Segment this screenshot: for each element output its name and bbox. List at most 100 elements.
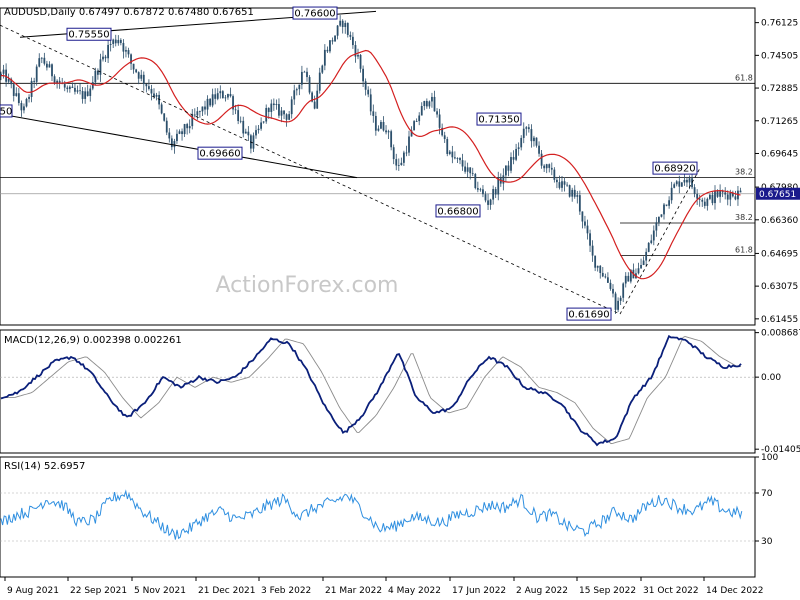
candle-body [199,111,201,113]
candle-body [596,265,599,268]
candle-body [642,260,645,265]
x-tick-label: 9 Aug 2021 [7,586,59,596]
candle-body [46,63,48,68]
candle-body [374,115,377,131]
candle-body [255,130,257,136]
candle-body [489,199,492,205]
candle-body [186,124,189,129]
candle-body [382,121,385,131]
candle-body [553,169,556,180]
candle-body [601,272,604,277]
candle-body [395,159,398,166]
x-tick-label: 4 May 2022 [388,586,441,596]
candle-body [267,107,270,112]
candle-body [413,121,415,131]
candle-body [369,94,372,112]
candle-body [739,190,742,193]
candle-body [326,49,329,52]
price-tick-label: 0.64695 [761,249,798,259]
candle-body [734,196,737,200]
candle-body [716,190,719,197]
candle-body [502,175,505,184]
x-tick-label: 5 Nov 2021 [134,586,186,596]
candle-body [390,131,393,148]
candle-body [673,184,676,188]
candle-body [40,57,43,59]
candle-body [357,54,359,57]
candle-body [418,115,421,122]
candle-body [497,178,500,195]
candle-body [84,91,87,99]
candle-body [165,120,168,133]
candle-body [469,167,472,174]
candle-body [627,275,630,282]
candle-body [438,114,441,128]
candle-body [193,114,196,116]
candle-body [604,276,607,278]
candle-body [364,81,367,90]
candle-body [145,84,148,87]
candle-body [431,96,433,102]
candle-body [652,230,655,241]
candle-body [278,104,280,116]
candle-body [670,187,673,201]
candle-body [459,158,461,161]
candle-body [127,50,130,55]
candle-body [272,103,275,106]
rsi-tick-label: 30 [761,537,773,547]
candle-body [487,200,489,205]
candle-body [617,300,619,310]
swing-label-text: 0.66800 [437,206,478,217]
price-tick-label: 0.72885 [761,84,798,94]
candle-body [594,255,597,268]
candle-body [482,189,484,195]
candle-body [270,103,273,112]
candle-body [227,94,229,98]
candle-body [102,56,104,60]
price-y-axis: 0.761250.745050.728850.712650.696450.679… [755,19,798,325]
candle-body [293,90,296,100]
candle-body [170,138,173,148]
candle-body [454,157,456,159]
candle-body [229,94,232,97]
candle-body [619,297,622,301]
candle-body [298,84,301,90]
candle-body [517,147,520,149]
price-tick-label: 0.63075 [761,282,798,292]
candle-body [242,120,245,134]
candle-body [178,131,181,134]
candle-body [686,179,688,183]
candle-body [137,72,140,79]
candle-body [474,174,477,189]
candle-body [525,127,528,129]
candle-body [125,50,127,52]
candle-body [507,165,510,171]
candle-body [533,137,535,142]
x-tick-label: 3 Feb 2022 [261,586,311,596]
candle-body [726,194,729,200]
candle-body [719,191,721,197]
candle-body [336,25,339,36]
candle-body [219,91,222,94]
candle-body [117,39,120,44]
candle-body [675,181,678,185]
candle-body [637,268,640,274]
candle-body [148,86,150,89]
swing-label-text: 0.61690 [568,310,609,321]
macd-panel-title: MACD(12,26,9) 0.002398 0.002261 [4,335,182,346]
candle-body [647,242,650,252]
candle-body [163,113,166,121]
candle-body [280,110,283,116]
candle-body [318,72,321,91]
candle-body [591,245,594,256]
candle-body [12,84,15,96]
candle-body [706,198,709,206]
x-tick-label: 2 Aug 2022 [516,586,568,596]
left-edge-label-text: 50 [0,106,12,117]
candle-body [433,96,436,112]
candle-body [377,128,380,131]
candle-body [94,70,97,83]
candle-body [2,69,5,74]
candle-body [237,110,240,122]
candle-body [132,63,135,70]
